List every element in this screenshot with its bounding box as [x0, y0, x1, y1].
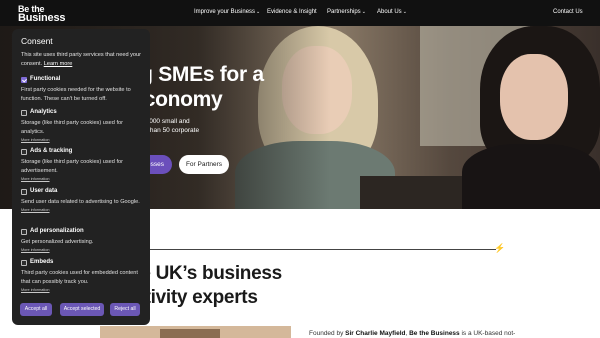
nav-partnerships[interactable]: Partnerships⌄	[327, 9, 366, 15]
site-logo[interactable]: Be the Business	[18, 5, 66, 24]
nav-about-us[interactable]: About Us⌄	[377, 9, 407, 15]
nav-improve-business[interactable]: Improve your Business⌄	[194, 9, 260, 15]
user-data-checkbox[interactable]	[21, 189, 27, 195]
accept-selected-button[interactable]: Accept selected	[60, 303, 104, 316]
functional-checkbox[interactable]	[21, 77, 27, 83]
founded-suffix: is a UK-based not-	[459, 330, 516, 337]
consent-option-analytics: Analytics Storage (like third party cook…	[21, 109, 143, 142]
option-description: Get personalized advertising.	[21, 239, 94, 245]
option-description: Storage (like third party cookies) used …	[21, 159, 123, 174]
consent-option-ad-personalization: Ad personalization Get personalized adve…	[21, 228, 143, 252]
hero-photo-person-face	[500, 54, 568, 140]
founded-prefix: Founded by	[309, 330, 346, 337]
more-information-link[interactable]: More information	[21, 248, 143, 252]
consent-intro: This site uses third party services that…	[21, 51, 141, 69]
section-divider	[150, 249, 496, 250]
consent-panel: Consent This site uses third party servi…	[12, 29, 150, 325]
ads-tracking-checkbox[interactable]	[21, 149, 27, 155]
section-photo-detail	[160, 329, 220, 338]
ad-personalization-checkbox[interactable]	[21, 229, 27, 235]
consent-option-ads-tracking: Ads & tracking Storage (like third party…	[21, 148, 143, 181]
consent-option-functional: Functional First party cookies needed fo…	[21, 76, 143, 104]
option-description: Third party cookies used for embedded co…	[21, 270, 138, 285]
option-description: Storage (like third party cookies) used …	[21, 120, 123, 135]
reject-all-button[interactable]: Reject all	[110, 303, 140, 316]
contact-us-link[interactable]: Contact Us	[553, 9, 583, 15]
option-description: First party cookies needed for the websi…	[21, 87, 131, 102]
option-name: User data	[30, 188, 58, 194]
nav-evidence-insight[interactable]: Evidence & Insight	[267, 9, 317, 15]
more-information-link[interactable]: More information	[21, 208, 143, 212]
for-partners-button[interactable]: For Partners	[179, 155, 229, 174]
founded-brand: Be the Business	[409, 330, 460, 337]
hero-photo-person-body	[462, 144, 600, 209]
option-name: Embeds	[30, 259, 54, 265]
more-information-link[interactable]: More information	[21, 138, 143, 142]
site-header: Be the Business Improve your Business⌄ E…	[0, 0, 600, 26]
chevron-down-icon: ⌄	[256, 9, 261, 15]
chevron-down-icon: ⌄	[402, 9, 407, 15]
logo-line-2: Business	[18, 12, 66, 24]
consent-intro-text: This site uses third party services that…	[21, 52, 142, 67]
embeds-checkbox[interactable]	[21, 260, 27, 266]
consent-option-embeds: Embeds Third party cookies used for embe…	[21, 259, 143, 292]
founder-name: Sir Charlie Mayfield	[345, 330, 406, 337]
nav-label: About Us	[377, 9, 402, 15]
option-name: Ad personalization	[30, 228, 84, 234]
option-name: Analytics	[30, 109, 57, 115]
option-description: Send user data related to advertising to…	[21, 199, 140, 205]
consent-option-user-data: User data Send user data related to adve…	[21, 188, 143, 212]
option-name: Ads & tracking	[30, 148, 73, 154]
founded-text: Founded by Sir Charlie Mayfield, Be the …	[309, 330, 515, 337]
lightning-bolt-icon: ⚡	[494, 243, 506, 253]
nav-label: Evidence & Insight	[267, 9, 317, 15]
learn-more-link[interactable]: Learn more	[44, 61, 73, 67]
accept-all-button[interactable]: Accept all	[20, 303, 52, 316]
analytics-checkbox[interactable]	[21, 110, 27, 116]
more-information-link[interactable]: More information	[21, 177, 143, 181]
consent-title: Consent	[21, 36, 53, 46]
option-name: Functional	[30, 76, 61, 82]
nav-label: Improve your Business	[194, 9, 256, 15]
more-information-link[interactable]: More information	[21, 288, 143, 292]
nav-label: Partnerships	[327, 9, 361, 15]
chevron-down-icon: ⌄	[361, 9, 366, 15]
